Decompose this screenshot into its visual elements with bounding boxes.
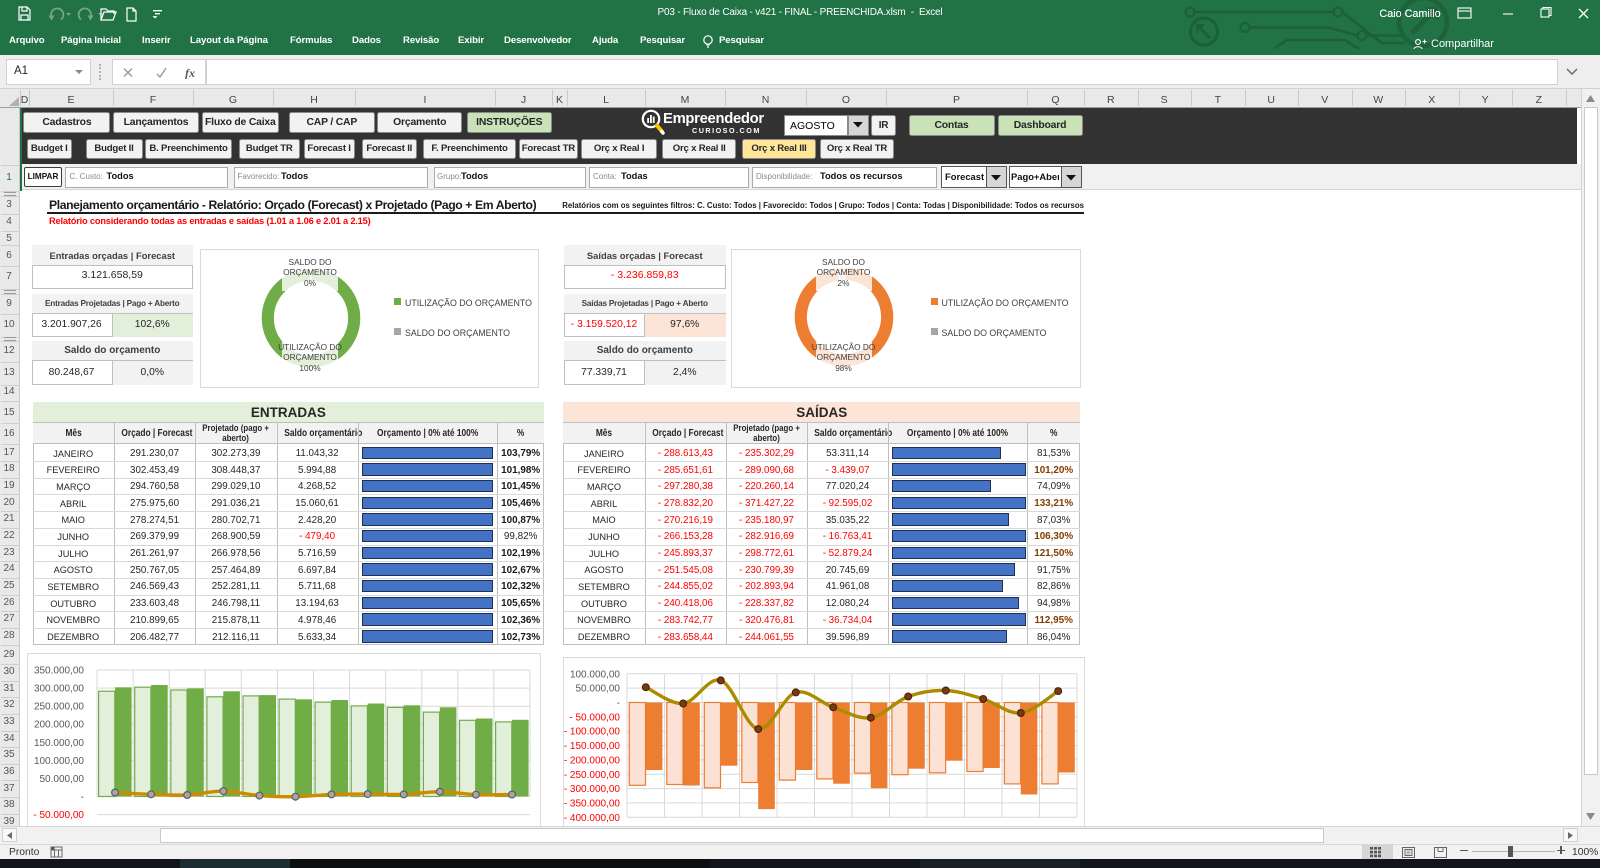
svg-text:100.000,00: 100.000,00 <box>34 756 84 767</box>
svg-text:- 400.000,00: - 400.000,00 <box>564 813 621 824</box>
svg-text:- 50.000,00: - 50.000,00 <box>33 810 84 821</box>
svg-text:- 250.000,00: - 250.000,00 <box>564 770 621 781</box>
svg-text:250.000,00: 250.000,00 <box>34 702 84 713</box>
svg-text:50.000,00: 50.000,00 <box>576 684 621 695</box>
svg-text:-: - <box>81 792 84 803</box>
svg-text:200.000,00: 200.000,00 <box>34 720 84 731</box>
svg-text:fx: fx <box>185 66 195 79</box>
svg-text:- 200.000,00: - 200.000,00 <box>564 755 621 766</box>
svg-text:- 300.000,00: - 300.000,00 <box>564 784 621 795</box>
svg-text:- 150.000,00: - 150.000,00 <box>564 741 621 752</box>
svg-text:50.000,00: 50.000,00 <box>40 774 85 785</box>
svg-text:300.000,00: 300.000,00 <box>34 684 84 695</box>
svg-text:- 50.000,00: - 50.000,00 <box>569 712 620 723</box>
svg-text:350.000,00: 350.000,00 <box>34 666 84 677</box>
svg-text:- 350.000,00: - 350.000,00 <box>564 798 621 809</box>
svg-text:100.000,00: 100.000,00 <box>570 669 620 680</box>
svg-text:- 100.000,00: - 100.000,00 <box>564 727 621 738</box>
svg-text:-: - <box>617 698 620 709</box>
svg-text:150.000,00: 150.000,00 <box>34 738 84 749</box>
